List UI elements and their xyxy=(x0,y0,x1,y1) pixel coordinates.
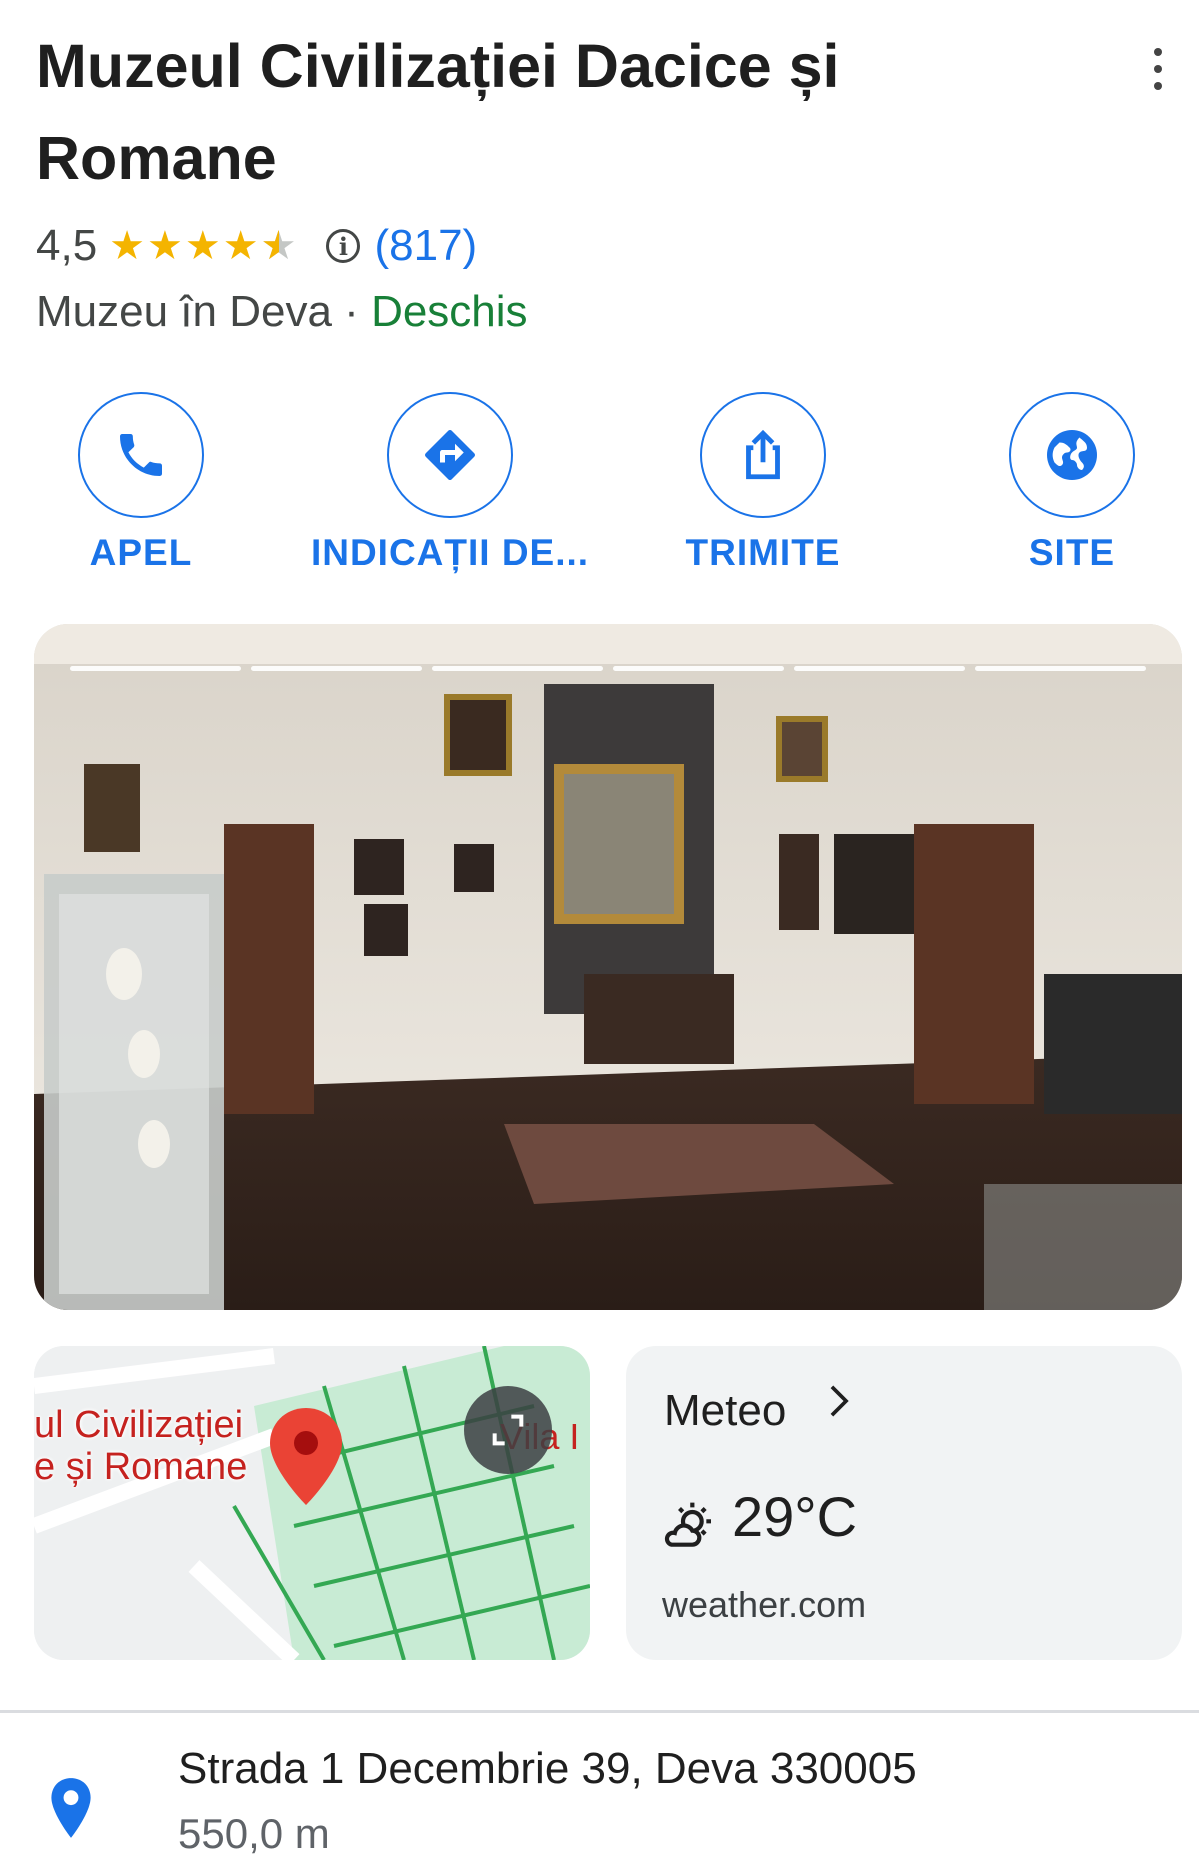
photo-progress-indicator xyxy=(70,666,1146,671)
rating-stars: ★ ★ ★ ★ ★★ xyxy=(109,226,298,266)
phone-icon xyxy=(78,392,204,518)
photo-progress-segment xyxy=(794,666,965,671)
expand-icon xyxy=(492,1414,524,1446)
half-star-icon: ★★ xyxy=(260,224,297,268)
map-preview[interactable]: ul Civilizației e și Romane Vila I xyxy=(34,1346,590,1660)
expand-map-button[interactable] xyxy=(464,1386,552,1474)
category-row: Muzeu în Deva · Deschis xyxy=(36,284,528,340)
museum-interior-image xyxy=(34,624,1182,1310)
rating-value: 4,5 xyxy=(36,221,98,270)
directions-button[interactable]: INDICAȚII DE... xyxy=(300,392,600,592)
weather-card[interactable]: Meteo 29°C weather.com xyxy=(626,1346,1182,1660)
rating-row[interactable]: 4,5 ★ ★ ★ ★ ★★ i (817) xyxy=(36,218,477,274)
website-button[interactable]: SITE xyxy=(922,392,1199,592)
place-photo[interactable] xyxy=(34,624,1182,1310)
place-title: Muzeul Civilizației Dacice și Romane xyxy=(36,32,840,192)
section-divider xyxy=(0,1710,1199,1713)
photo-progress-segment xyxy=(613,666,784,671)
distance-text: 550,0 m xyxy=(178,1810,330,1857)
share-label: TRIMITE xyxy=(685,532,841,573)
partly-sunny-icon xyxy=(664,1502,711,1547)
star-icon: ★ xyxy=(147,224,183,268)
directions-label: INDICAȚII DE... xyxy=(310,532,590,573)
more-options-button[interactable] xyxy=(1140,44,1176,94)
star-icon: ★ xyxy=(184,224,221,268)
open-status: Deschis xyxy=(371,287,528,336)
review-count[interactable]: (817) xyxy=(374,221,477,271)
weather-temperature: 29°C xyxy=(732,1485,858,1548)
map-place-label: ul Civilizației xyxy=(34,1404,244,1446)
location-pin-icon xyxy=(51,1778,91,1838)
call-label: APEL xyxy=(89,532,193,573)
place-category: Muzeu în Deva xyxy=(36,287,332,336)
weather-source: weather.com xyxy=(662,1584,867,1625)
call-button[interactable]: APEL xyxy=(0,392,291,592)
photo-progress-segment xyxy=(975,666,1146,671)
globe-icon xyxy=(1009,392,1135,518)
chevron-right-icon xyxy=(830,1385,849,1417)
share-button[interactable]: TRIMITE xyxy=(613,392,913,592)
share-icon xyxy=(700,392,826,518)
photo-progress-segment xyxy=(251,666,422,671)
photo-progress-segment xyxy=(432,666,603,671)
star-icon: ★ xyxy=(222,224,259,268)
photo-progress-segment xyxy=(70,666,241,671)
website-label: SITE xyxy=(1028,532,1116,573)
map-place-label-2: e și Romane xyxy=(34,1446,248,1488)
directions-icon xyxy=(387,392,513,518)
info-icon[interactable]: i xyxy=(326,229,361,263)
address-text[interactable]: Strada 1 Decembrie 39, Deva 330005 xyxy=(178,1744,917,1794)
separator-dot: · xyxy=(344,287,359,336)
weather-title: Meteo xyxy=(664,1386,787,1435)
action-buttons: APEL INDICAȚII DE... TRIMITE SITE xyxy=(0,392,1199,592)
star-icon: ★ xyxy=(109,224,146,268)
